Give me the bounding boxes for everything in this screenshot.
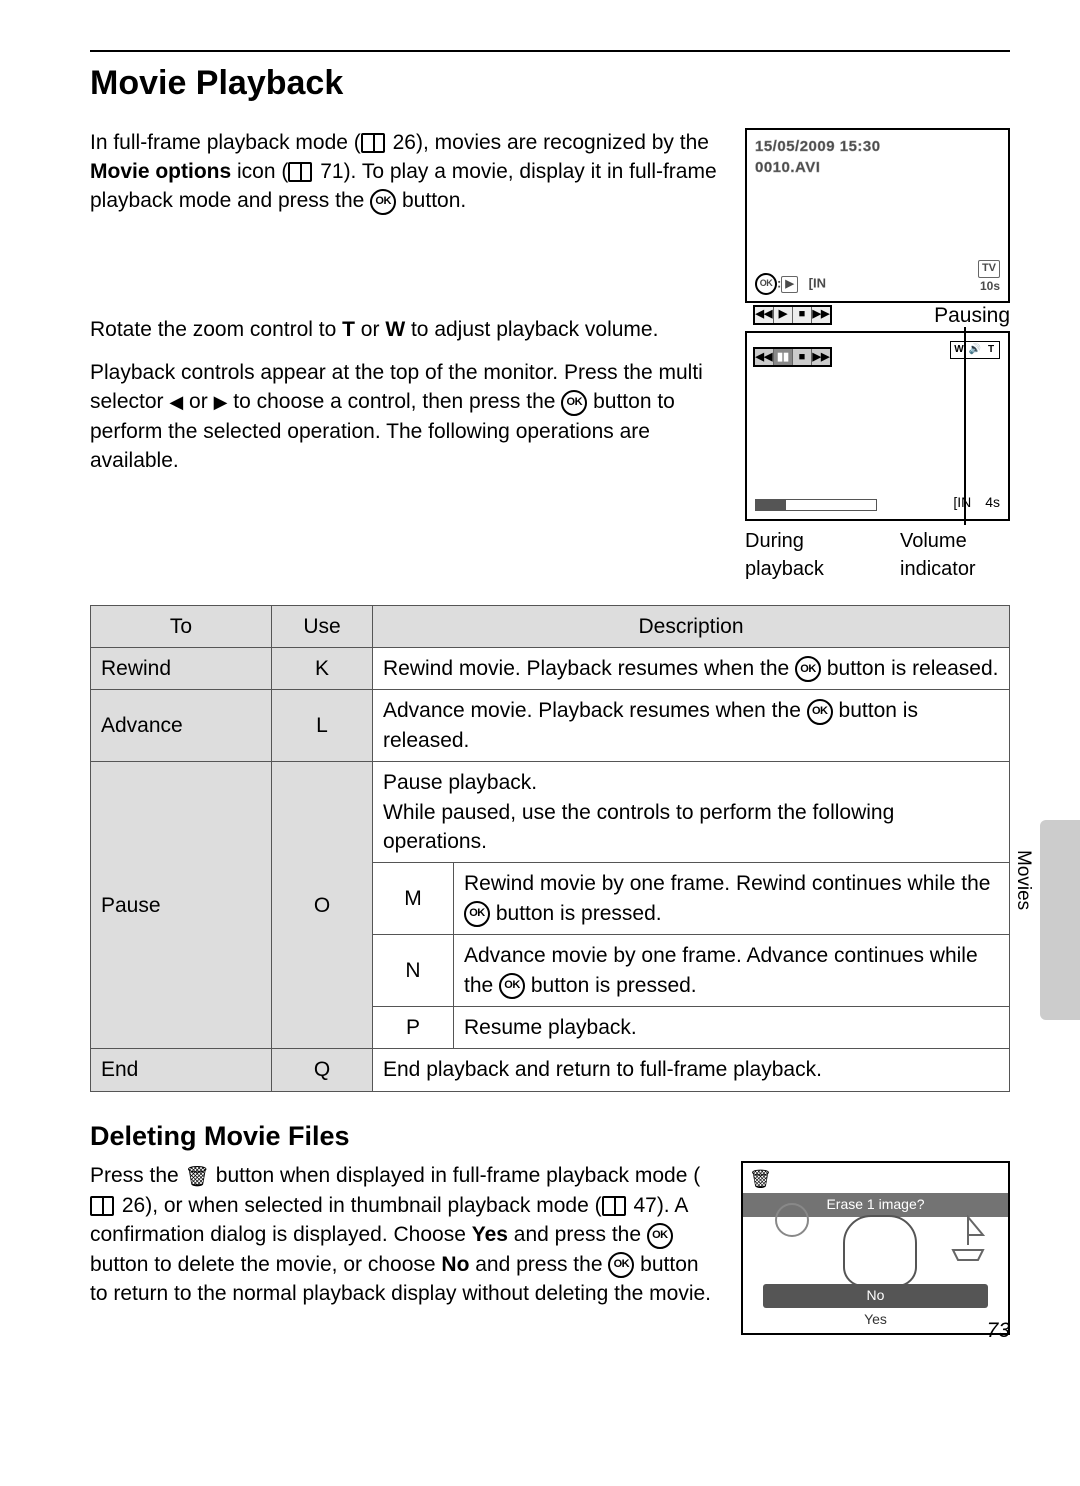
to-pause: Pause xyxy=(91,762,272,1049)
intro-paragraph: In full-frame playback mode ( 26), movie… xyxy=(90,128,725,216)
delete-instruction: Press the 🗑 button when displayed in ful… xyxy=(90,1161,721,1308)
ok-button-icon: OK xyxy=(561,390,587,416)
right-arrow-icon: ▶ xyxy=(214,392,228,412)
pause-control-bar: ◀◀▶■▶▶ xyxy=(753,305,832,325)
ref-page: 71 xyxy=(320,160,343,183)
progress-bar xyxy=(755,499,877,511)
to-end: End xyxy=(91,1049,272,1091)
boat-drawing xyxy=(948,1215,988,1265)
sub-sym-m: M xyxy=(373,863,454,935)
text: button. xyxy=(396,189,466,212)
during-playback-label: During playback xyxy=(745,527,855,583)
desc-pause-intro: Pause playback. While paused, use the co… xyxy=(373,762,1010,863)
sub-sym-p: P xyxy=(373,1006,454,1048)
desc-rewind: Rewind movie. Playback resumes when the … xyxy=(373,647,1010,689)
text: ), movies are recognized by the xyxy=(416,131,709,154)
tv-indicator: TV xyxy=(978,260,1000,277)
desc-advance: Advance movie. Playback resumes when the… xyxy=(373,690,1010,762)
sun-drawing xyxy=(775,1203,809,1237)
use-rewind: K xyxy=(272,647,373,689)
timestamp-display: 15/05/2009 15:30 xyxy=(755,136,1000,157)
use-pause: O xyxy=(272,762,373,1049)
option-yes: Yes xyxy=(763,1310,988,1330)
movie-options-label: Movie options xyxy=(90,160,231,183)
text: or xyxy=(183,390,213,413)
use-end: Q xyxy=(272,1049,373,1091)
deleting-subtitle: Deleting Movie Files xyxy=(90,1118,1010,1156)
filename-display: 0010.AVI xyxy=(755,157,1000,178)
playback-control-bar: ◀◀▮▮■▶▶ xyxy=(753,347,832,367)
to-rewind: Rewind xyxy=(91,647,272,689)
zoom-wide-glyph: W xyxy=(385,318,405,341)
zoom-tele-glyph: T xyxy=(342,318,355,341)
to-advance: Advance xyxy=(91,690,272,762)
during-playback-illustration: ◀◀▶■▶▶ Pausing ◀◀▮▮■▶▶ W🔊T [IN 4s During… xyxy=(745,315,1010,583)
section-label: Movies xyxy=(1009,850,1036,910)
ok-button-icon: OK xyxy=(647,1223,673,1249)
text: In full-frame playback mode ( xyxy=(90,131,361,154)
delete-button-icon: 🗑 xyxy=(185,1163,210,1191)
operations-table: To Use Description Rewind K Rewind movie… xyxy=(90,605,1010,1092)
ok-button-icon: OK xyxy=(370,189,396,215)
playback-screen-illustration: 15/05/2009 15:30 0010.AVI OK:▶ [IN TV 10… xyxy=(745,128,1010,303)
option-no: No xyxy=(763,1284,988,1308)
col-description: Description xyxy=(373,605,1010,647)
manual-ref-icon xyxy=(602,1196,626,1216)
col-use: Use xyxy=(272,605,373,647)
page-title: Movie Playback xyxy=(90,60,1010,108)
ok-play-indicator: OK:▶ [IN xyxy=(755,273,826,295)
text: icon ( xyxy=(231,160,288,183)
desc-pause-m: Rewind movie by one frame. Rewind contin… xyxy=(454,863,1010,935)
text: to adjust playback volume. xyxy=(405,318,658,341)
manual-ref-icon xyxy=(288,162,312,182)
delete-confirmation-illustration: 🗑 Erase 1 image? No Yes xyxy=(741,1161,1010,1335)
desc-end: End playback and return to full-frame pl… xyxy=(373,1049,1010,1091)
sub-sym-n: N xyxy=(373,935,454,1007)
page-number: 73 xyxy=(987,1316,1010,1345)
section-tab xyxy=(1040,820,1080,1020)
pausing-label: Pausing xyxy=(934,301,1010,330)
text: Rotate the zoom control to xyxy=(90,318,342,341)
desc-pause-n: Advance movie by one frame. Advance cont… xyxy=(454,935,1010,1007)
ok-button-icon: OK xyxy=(608,1252,634,1278)
memory-indicator: [IN xyxy=(953,493,971,513)
controls-instruction: Playback controls appear at the top of t… xyxy=(90,358,725,476)
volume-indicator-label: Volume indicator xyxy=(900,527,1010,583)
col-to: To xyxy=(91,605,272,647)
manual-ref-icon xyxy=(361,133,385,153)
text: to choose a control, then press the xyxy=(227,390,561,413)
use-advance: L xyxy=(272,690,373,762)
face-drawing xyxy=(843,1215,917,1287)
trash-icon: 🗑 xyxy=(749,1167,772,1192)
desc-pause-p: Resume playback. xyxy=(454,1006,1010,1048)
ref-page: 26 xyxy=(393,131,416,154)
zoom-instruction: Rotate the zoom control to T or W to adj… xyxy=(90,315,725,344)
text: or xyxy=(355,318,385,341)
time-remaining: 4s xyxy=(985,493,1000,513)
duration-indicator: 10s xyxy=(978,278,1000,295)
volume-indicator-bar: W🔊T xyxy=(950,341,1000,359)
manual-ref-icon xyxy=(90,1196,114,1216)
left-arrow-icon: ◀ xyxy=(169,392,183,412)
